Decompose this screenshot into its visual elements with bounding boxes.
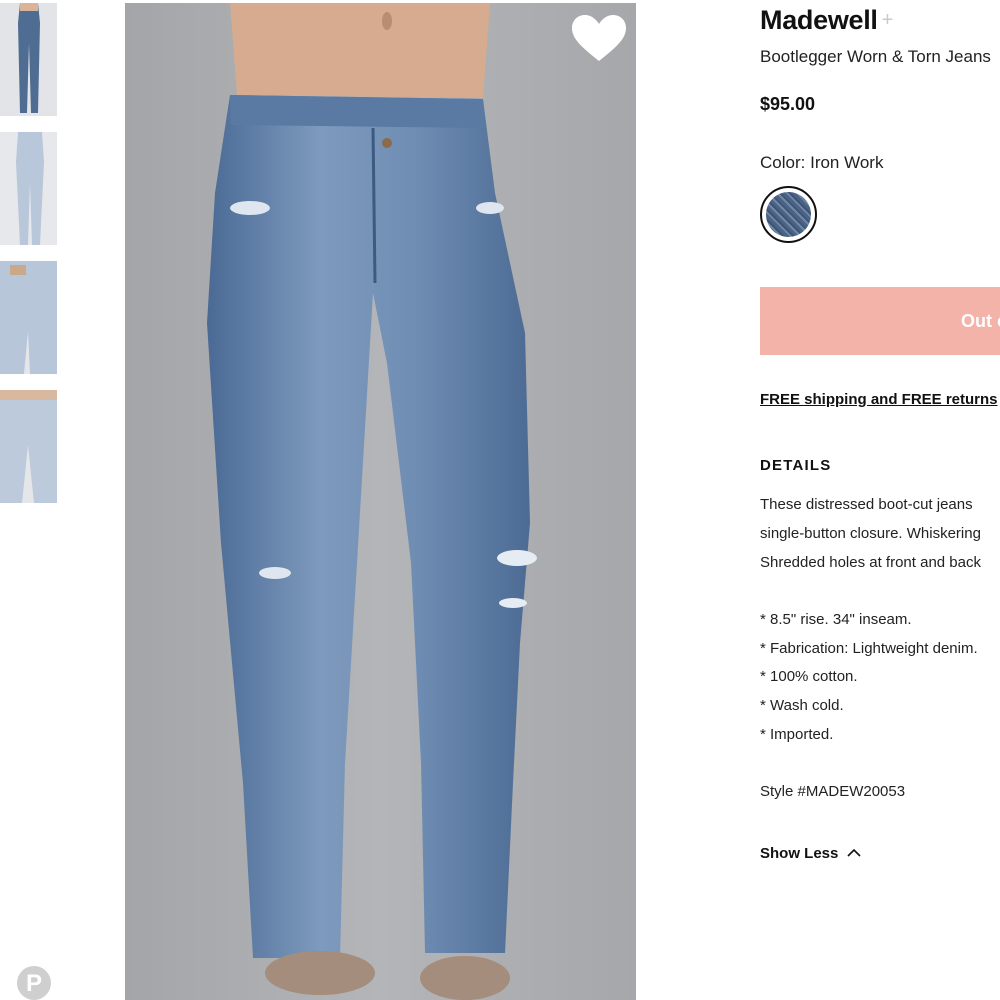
bullet-item: * Wash cold. [760, 697, 844, 714]
show-less-label: Show Less [760, 845, 839, 862]
product-info: Madewell + Bootlegger Worn & Torn Jeans $… [760, 0, 1000, 1000]
style-number: Style #MADEW20053 [760, 783, 906, 800]
thumbnail-4-image [0, 390, 57, 503]
product-photo [125, 3, 636, 1000]
brand-row: Madewell + [760, 5, 893, 36]
details-heading: DETAILS [760, 457, 832, 474]
description-line: These distressed boot-cut jeans [760, 496, 973, 513]
thumbnail-2-image [0, 132, 57, 245]
brand-name[interactable]: Madewell [760, 5, 878, 35]
description-line: Shredded holes at front and back [760, 554, 981, 571]
bullet-item: * 8.5" rise. 34" inseam. [760, 611, 912, 628]
bullet-item: * 100% cotton. [760, 668, 858, 685]
out-of-stock-button[interactable]: Out of Stock [760, 287, 1000, 355]
color-swatch-iron-work[interactable] [760, 186, 817, 243]
swatch-fill [766, 192, 811, 237]
bullet-item: * Fabrication: Lightweight denim. [760, 640, 978, 657]
chevron-up-icon [846, 848, 861, 857]
main-product-image[interactable] [125, 3, 636, 1000]
color-label: Color: Iron Work [760, 153, 883, 173]
thumbnail-4[interactable] [0, 390, 57, 503]
heart-icon[interactable] [570, 14, 628, 64]
product-name: Bootlegger Worn & Torn Jeans [760, 47, 991, 66]
cta-label: Out of Stock [961, 311, 1000, 331]
thumbnail-2[interactable] [0, 132, 57, 245]
thumbnail-1[interactable] [0, 3, 57, 116]
thumbnail-1-image [0, 3, 57, 116]
follow-brand-button[interactable]: + [882, 9, 894, 31]
description-line: single-button closure. Whiskering [760, 525, 981, 542]
thumbnail-3-image [0, 261, 57, 374]
thumbnail-3[interactable] [0, 261, 57, 374]
show-less-button[interactable]: Show Less [760, 845, 861, 862]
color-value: Iron Work [810, 153, 884, 172]
shipping-link[interactable]: FREE shipping and FREE returns [760, 391, 998, 408]
bullet-item: * Imported. [760, 726, 834, 743]
product-price: $95.00 [760, 94, 816, 114]
pinterest-icon[interactable]: P [17, 966, 51, 1000]
pinterest-glyph: P [25, 970, 42, 997]
color-label-prefix: Color: [760, 153, 806, 172]
